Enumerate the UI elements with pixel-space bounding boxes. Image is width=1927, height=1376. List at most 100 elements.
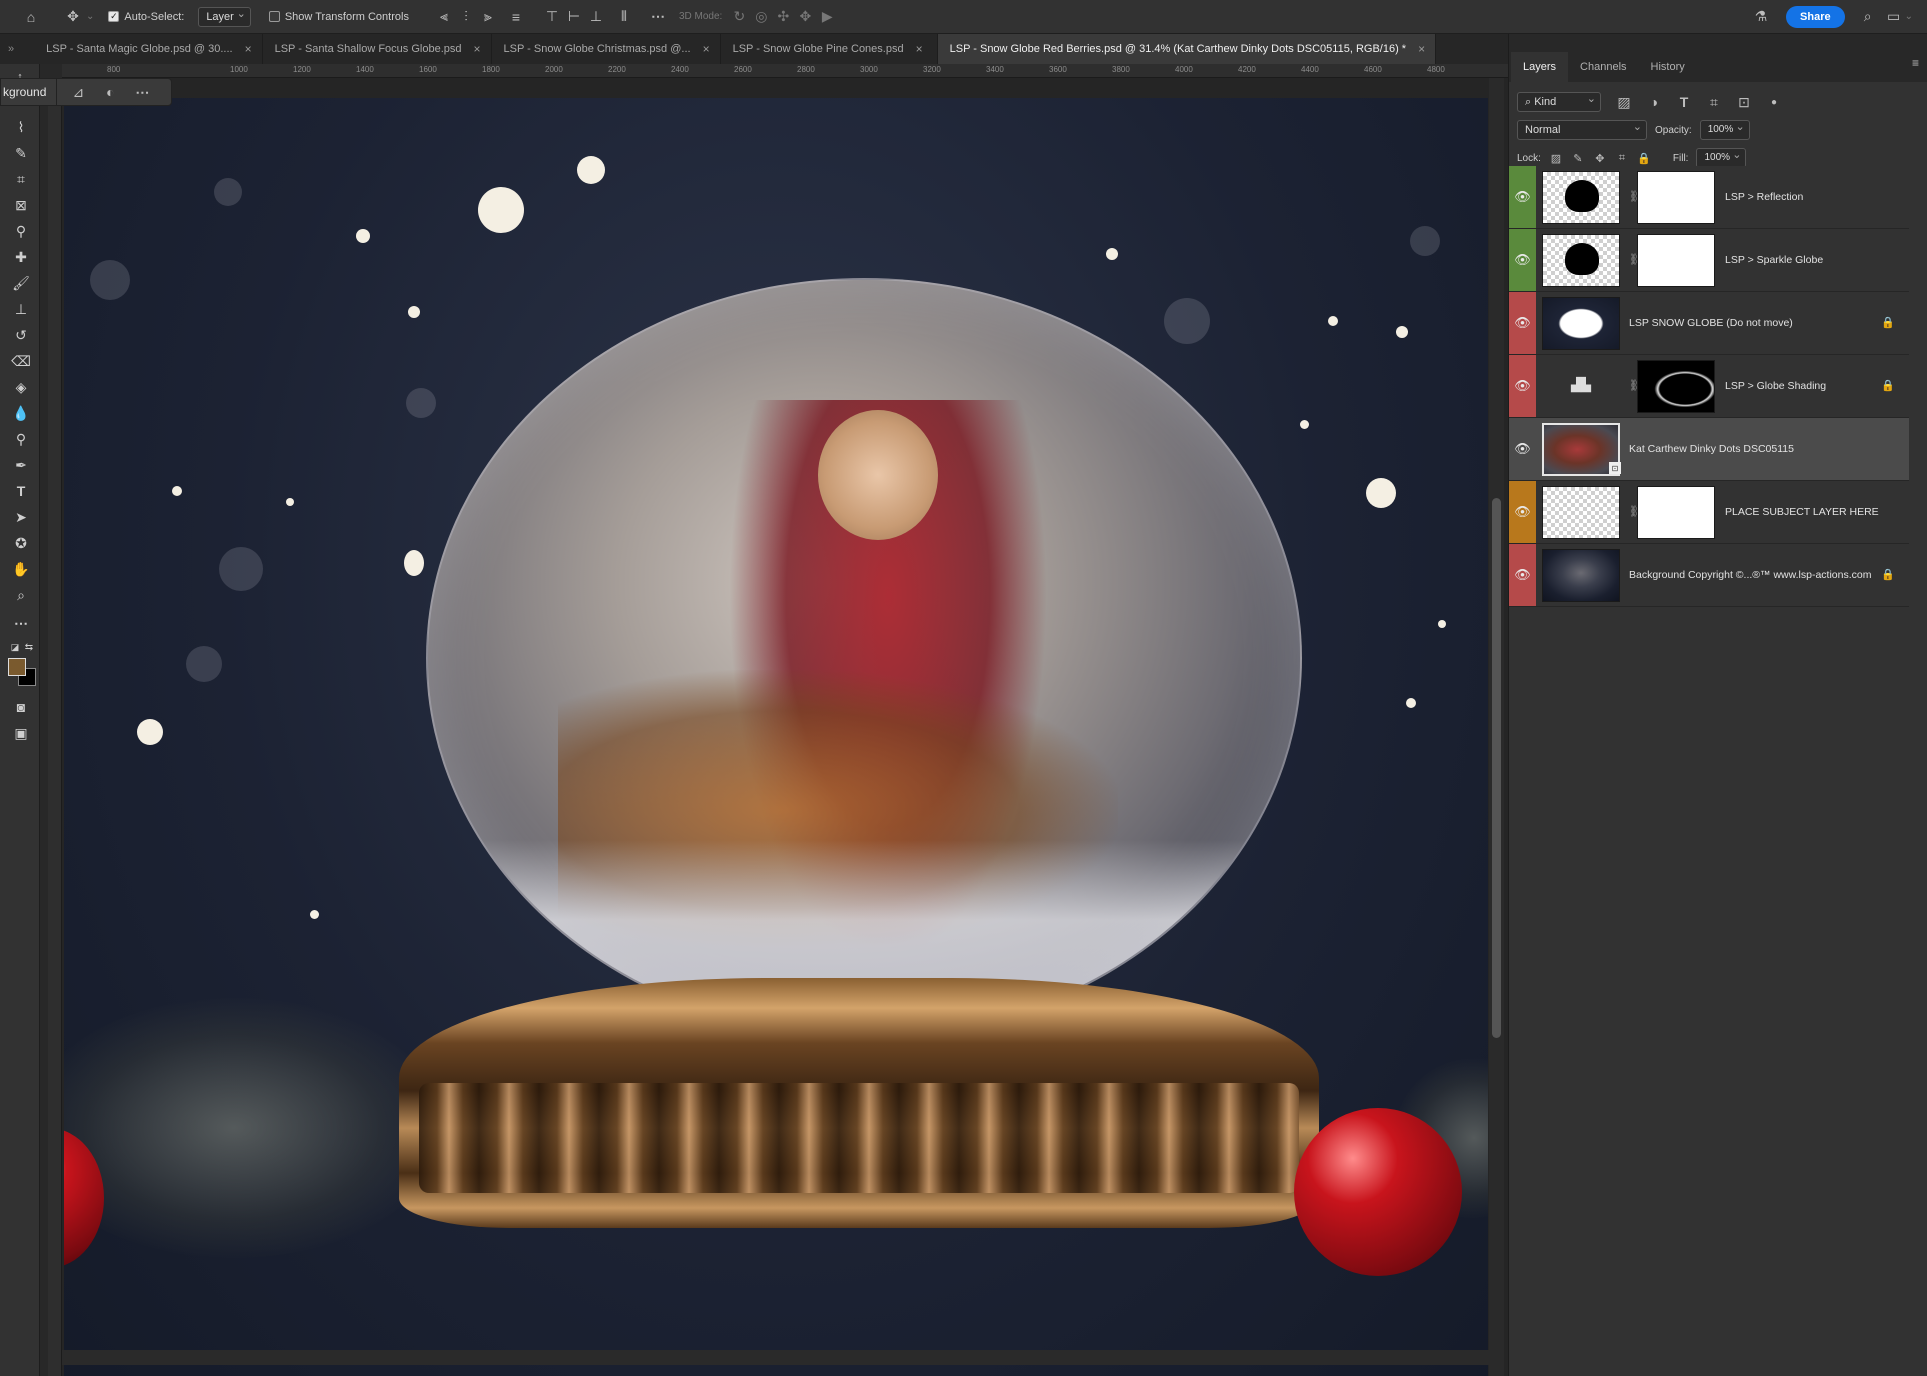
close-icon[interactable]: × xyxy=(916,42,923,56)
align-top-icon[interactable]: ⊤ xyxy=(541,6,563,28)
path-selection-tool-icon[interactable]: ➤ xyxy=(10,506,32,528)
zoom-tool-icon[interactable]: ⌕ xyxy=(10,584,32,606)
lock-icon: 🔒 xyxy=(1881,317,1895,329)
filter-toggle-icon[interactable]: ● xyxy=(1763,91,1785,113)
swap-colors-icon[interactable]: ⇆ xyxy=(18,636,40,658)
ruler-label: 1800 xyxy=(482,65,500,74)
layer-row[interactable]: 👁 Background Copyright ©...®™ www.lsp-ac… xyxy=(1509,544,1909,607)
eye-icon[interactable]: 👁 xyxy=(1514,441,1531,457)
search-icon[interactable]: ⌕ xyxy=(1857,6,1879,28)
layer-row[interactable]: 👁 LSP SNOW GLOBE (Do not move) 🔒 xyxy=(1509,292,1909,355)
distribute-vertical-icon[interactable]: ≡ xyxy=(505,6,527,28)
healing-brush-tool-icon[interactable]: ✚ xyxy=(10,246,32,268)
tab-santa-magic-globe[interactable]: LSP - Santa Magic Globe.psd @ 30.... × xyxy=(22,34,263,64)
more-options-icon[interactable]: ⋯ xyxy=(131,81,153,103)
panel-menu-icon[interactable]: ≡ xyxy=(1912,56,1919,70)
clone-stamp-tool-icon[interactable]: ⊥ xyxy=(10,298,32,320)
brush-tool-icon[interactable]: 🖌 xyxy=(10,272,32,294)
tab-layers[interactable]: Layers xyxy=(1511,52,1569,82)
mask-icon[interactable]: ◐ xyxy=(99,81,121,103)
blend-mode-dropdown[interactable]: Normal xyxy=(1517,118,1647,140)
close-icon[interactable]: × xyxy=(1418,42,1425,56)
filter-pixel-icon[interactable]: ▨ xyxy=(1613,91,1635,113)
3d-mode-label: 3D Mode: xyxy=(678,11,723,22)
eye-icon[interactable]: 👁 xyxy=(1514,252,1531,268)
eye-icon[interactable]: 👁 xyxy=(1514,567,1531,583)
tab-santa-shallow-focus-globe[interactable]: LSP - Santa Shallow Focus Globe.psd × xyxy=(263,34,492,64)
distribute-horizontal-icon[interactable]: ⦀ xyxy=(613,6,635,28)
layer-row[interactable]: 👁 ⛓ LSP > Reflection xyxy=(1509,166,1909,229)
align-right-icon[interactable]: ⫸ xyxy=(477,6,499,28)
tab-channels[interactable]: Channels xyxy=(1568,52,1638,82)
workspace-chevron-icon[interactable]: ⌄ xyxy=(1905,11,1913,22)
auto-select-target-dropdown[interactable]: Layer xyxy=(198,5,251,27)
layer-name: Kat Carthew Dinky Dots DSC05115 xyxy=(1629,443,1794,455)
3d-slide-icon[interactable]: ✥ xyxy=(794,6,816,28)
quick-select-tool-icon[interactable]: ✎ xyxy=(10,142,32,164)
tab-history[interactable]: History xyxy=(1639,52,1697,82)
pen-tool-icon[interactable]: ✒ xyxy=(10,454,32,476)
align-bottom-icon[interactable]: ⊥ xyxy=(585,6,607,28)
eraser-tool-icon[interactable]: ⌫ xyxy=(10,350,32,372)
vertical-scrollbar[interactable] xyxy=(1489,78,1504,1376)
hand-tool-icon[interactable]: ✋ xyxy=(10,558,32,580)
layer-row[interactable]: 👁 ⛓ PLACE SUBJECT LAYER HERE xyxy=(1509,481,1909,544)
layer-row-selected[interactable]: 👁 ⊡ Kat Carthew Dinky Dots DSC05115 xyxy=(1509,418,1909,481)
close-icon[interactable]: × xyxy=(703,42,710,56)
edit-toolbar-icon[interactable]: ⋯ xyxy=(10,612,32,634)
beaker-icon[interactable]: ⚗ xyxy=(1750,6,1772,28)
eye-icon[interactable]: 👁 xyxy=(1514,378,1531,394)
3d-orbit-icon[interactable]: ↻ xyxy=(728,6,750,28)
type-tool-icon[interactable]: T xyxy=(10,480,32,502)
close-icon[interactable]: × xyxy=(245,42,252,56)
filter-adjustment-icon[interactable]: ◑ xyxy=(1643,91,1665,113)
share-button[interactable]: Share xyxy=(1786,5,1845,28)
eye-icon[interactable]: 👁 xyxy=(1514,315,1531,331)
eye-icon[interactable]: 👁 xyxy=(1514,189,1531,205)
auto-select-checkbox[interactable]: ✓ Auto-Select: xyxy=(108,11,184,23)
document-canvas[interactable] xyxy=(62,78,1508,1376)
scrollbar-thumb[interactable] xyxy=(1492,498,1501,1038)
workspace-icon[interactable]: ▭ xyxy=(1883,6,1905,28)
tab-snow-globe-pine-cones[interactable]: LSP - Snow Globe Pine Cones.psd × xyxy=(721,34,938,64)
lasso-tool-icon[interactable]: ⌇ xyxy=(10,116,32,138)
3d-scale-icon[interactable]: ▶ xyxy=(816,6,838,28)
screen-mode-icon[interactable]: ▣ xyxy=(10,722,32,744)
opacity-input[interactable]: 100% xyxy=(1699,118,1750,140)
paint-bucket-tool-icon[interactable]: ◈ xyxy=(10,376,32,398)
horizontal-scrollbar[interactable] xyxy=(62,1350,1489,1365)
frame-tool-icon[interactable]: ⊠ xyxy=(10,194,32,216)
crop-tool-icon[interactable]: ⌗ xyxy=(10,168,32,190)
blur-tool-icon[interactable]: 💧 xyxy=(10,402,32,424)
3d-roll-icon[interactable]: ◎ xyxy=(750,6,772,28)
fill-input[interactable]: 100% xyxy=(1696,146,1747,168)
tool-preset-chevron-icon[interactable]: ⌄ xyxy=(86,11,94,22)
vector-path-icon[interactable]: ⊿ xyxy=(67,81,89,103)
tab-snow-globe-red-berries[interactable]: LSP - Snow Globe Red Berries.psd @ 31.4%… xyxy=(937,34,1437,64)
quick-mask-icon[interactable]: ◙ xyxy=(10,696,32,718)
move-icon[interactable]: ✥ xyxy=(62,6,84,28)
tab-snow-globe-christmas[interactable]: LSP - Snow Globe Christmas.psd @... × xyxy=(492,34,721,64)
layer-row[interactable]: 👁 ⛓ LSP > Sparkle Globe xyxy=(1509,229,1909,292)
filter-smart-object-icon[interactable]: ⊡ xyxy=(1733,91,1755,113)
eyedropper-tool-icon[interactable]: ⚲ xyxy=(10,220,32,242)
foreground-color-swatch[interactable] xyxy=(8,658,26,676)
filter-kind-dropdown[interactable]: ⌕ Kind xyxy=(1517,90,1601,112)
filter-type-icon[interactable]: T xyxy=(1673,91,1695,113)
close-icon[interactable]: × xyxy=(474,42,481,56)
dodge-tool-icon[interactable]: ⚲ xyxy=(10,428,32,450)
history-brush-tool-icon[interactable]: ↺ xyxy=(10,324,32,346)
shape-tool-icon[interactable]: ✪ xyxy=(10,532,32,554)
filter-shape-icon[interactable]: ⌗ xyxy=(1703,91,1725,113)
layer-row[interactable]: 👁 ▟▙ ⛓ LSP > Globe Shading 🔒 xyxy=(1509,355,1909,418)
panel-collapse-icon[interactable]: » xyxy=(0,34,22,64)
contextual-task-bar: kground ⊿ ◐ ⋯ xyxy=(0,78,172,106)
show-transform-controls-checkbox[interactable]: Show Transform Controls xyxy=(268,11,409,23)
align-left-icon[interactable]: ⫷ xyxy=(433,6,455,28)
3d-pan-icon[interactable]: ✣ xyxy=(772,6,794,28)
more-options-icon[interactable]: ⋯ xyxy=(647,6,669,28)
align-middle-vertical-icon[interactable]: ⊢ xyxy=(563,6,585,28)
home-icon[interactable]: ⌂ xyxy=(20,6,42,28)
eye-icon[interactable]: 👁 xyxy=(1514,504,1531,520)
align-center-horizontal-icon[interactable]: ⫶ xyxy=(455,6,477,28)
